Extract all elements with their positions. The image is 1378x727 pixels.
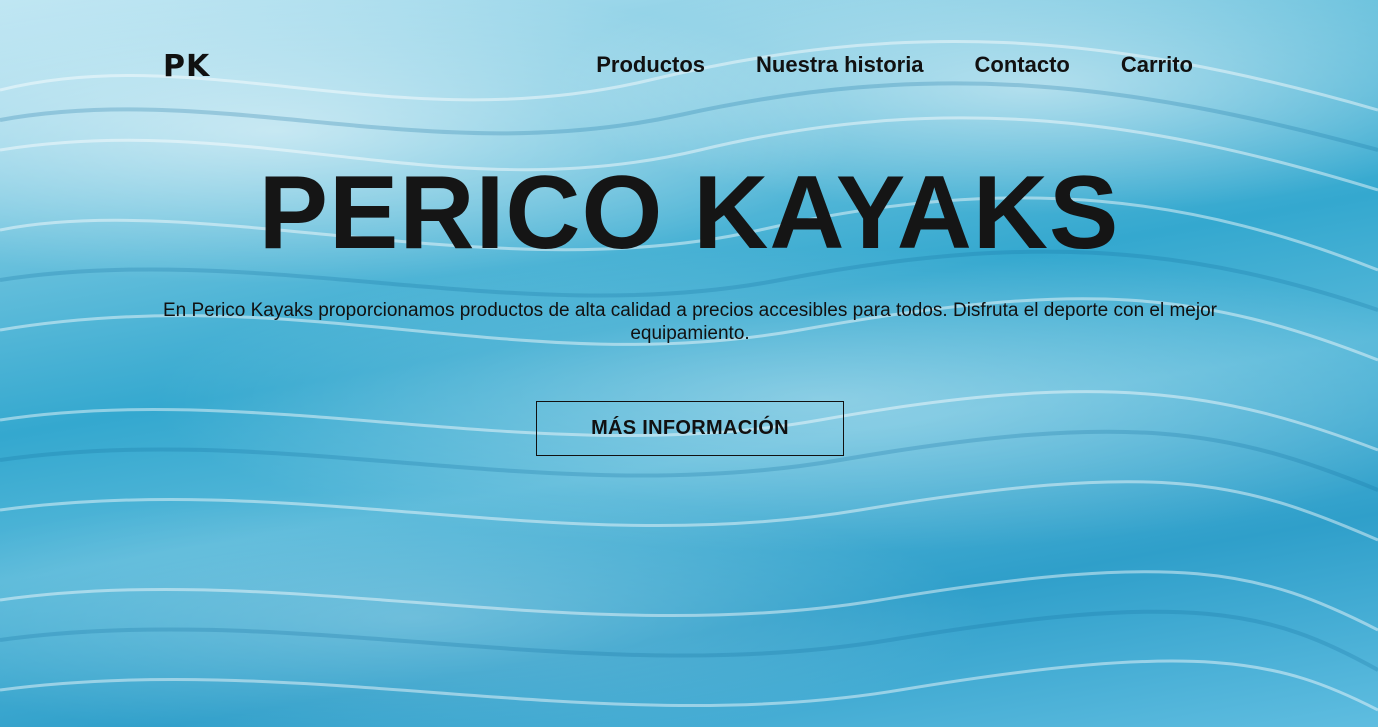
nav-link-productos[interactable]: Productos: [596, 52, 705, 78]
hero-description: En Perico Kayaks proporcionamos producto…: [162, 300, 1217, 344]
water-background-image: [0, 39, 1378, 712]
nav-link-carrito[interactable]: Carrito: [1121, 52, 1193, 78]
nav-link-nuestra-historia[interactable]: Nuestra historia: [756, 52, 924, 78]
nav-link-contacto[interactable]: Contacto: [975, 52, 1070, 78]
top-navigation: PK Productos Nuestra historia Contacto C…: [163, 48, 1193, 84]
site-logo[interactable]: PK: [163, 49, 210, 84]
more-info-button[interactable]: MÁS INFORMACIÓN: [536, 401, 844, 456]
hero-title: PERICO KAYAKS: [258, 155, 1120, 271]
nav-menu: Productos Nuestra historia Contacto Carr…: [596, 52, 1193, 78]
hero-section: PK Productos Nuestra historia Contacto C…: [0, 0, 1378, 727]
